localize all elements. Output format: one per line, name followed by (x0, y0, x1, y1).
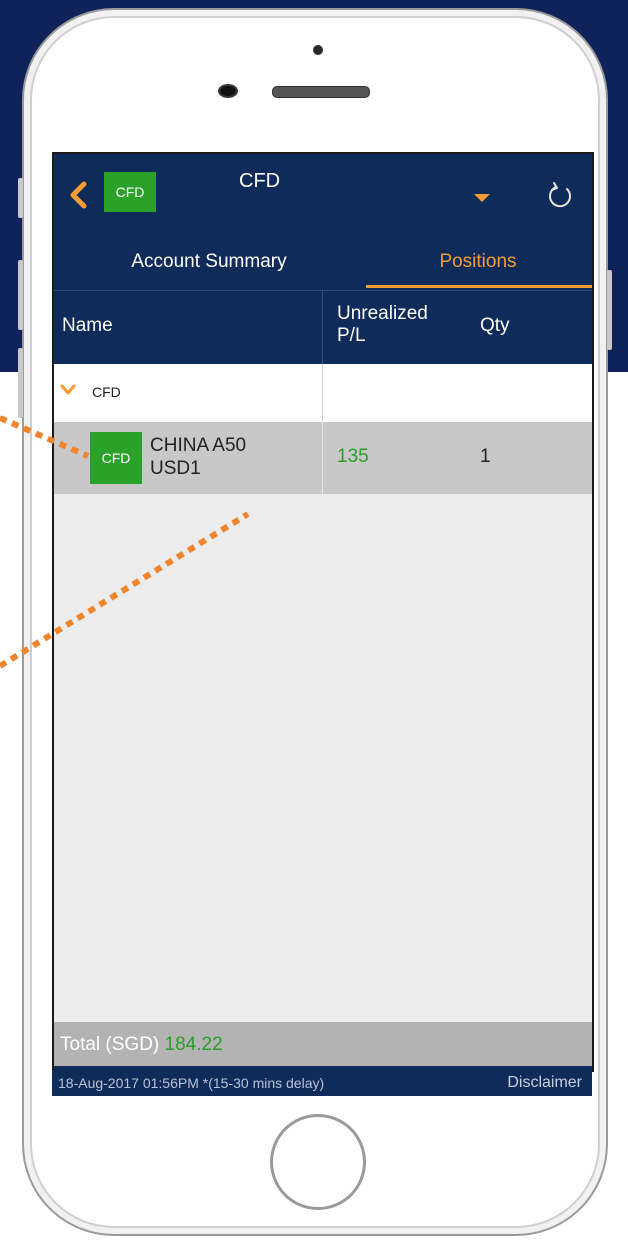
instrument-name-line1: CHINA A50 (150, 435, 247, 456)
power-button (607, 270, 612, 350)
refresh-icon[interactable] (547, 180, 575, 210)
app-bar: CFD CFD (54, 154, 592, 234)
tab-positions[interactable]: Positions (364, 234, 592, 290)
tab-account-summary[interactable]: Account Summary (54, 234, 364, 290)
timestamp: 18-Aug-2017 01:56PM *(15-30 mins delay) (58, 1075, 325, 1091)
table-header: Name Unrealized P/L Qty (54, 290, 592, 365)
disclaimer-link[interactable]: Disclaimer (507, 1074, 582, 1092)
product-badge: CFD (90, 432, 142, 484)
table-row[interactable]: CFD CHINA A50 USD1 135 1 (54, 422, 592, 494)
footer-bar: 18-Aug-2017 01:56PM *(15-30 mins delay) … (52, 1070, 592, 1096)
column-divider (322, 422, 323, 494)
tab-bar: Account Summary Positions (54, 234, 592, 290)
volume-down-button (18, 348, 23, 418)
back-chevron-icon[interactable] (66, 180, 90, 210)
instrument-name-line2: USD1 (150, 458, 201, 479)
column-header-unrealized-pl[interactable]: Unrealized P/L (337, 303, 457, 347)
group-expand-chevron-icon[interactable] (60, 382, 76, 398)
earpiece-speaker (272, 86, 370, 98)
product-badge: CFD (104, 172, 156, 212)
column-divider (322, 291, 323, 365)
group-label: CFD (92, 384, 121, 400)
column-header-qty[interactable]: Qty (480, 315, 510, 337)
dropdown-caret-icon[interactable] (474, 194, 490, 202)
column-header-name[interactable]: Name (62, 315, 113, 337)
home-button[interactable] (270, 1114, 366, 1210)
front-camera (218, 84, 238, 98)
group-row-cfd[interactable]: CFD (54, 364, 592, 422)
column-divider (322, 364, 323, 422)
total-bar: Total (SGD) 184.22 (54, 1022, 592, 1066)
active-tab-indicator (366, 285, 592, 288)
proximity-sensor (313, 45, 323, 55)
total-label: Total (SGD) (60, 1034, 160, 1055)
total-text: Total (SGD) 184.22 (60, 1034, 223, 1056)
app-screen: CFD CFD Account Summary Positions Name U… (52, 152, 594, 1072)
volume-up-button (18, 260, 23, 330)
unrealized-pl-value: 135 (337, 446, 369, 467)
page-title: CFD (239, 170, 281, 192)
mute-switch (18, 178, 23, 218)
qty-value: 1 (480, 446, 491, 467)
total-value: 184.22 (164, 1034, 223, 1055)
instrument-name: CHINA A50 USD1 (150, 434, 246, 480)
